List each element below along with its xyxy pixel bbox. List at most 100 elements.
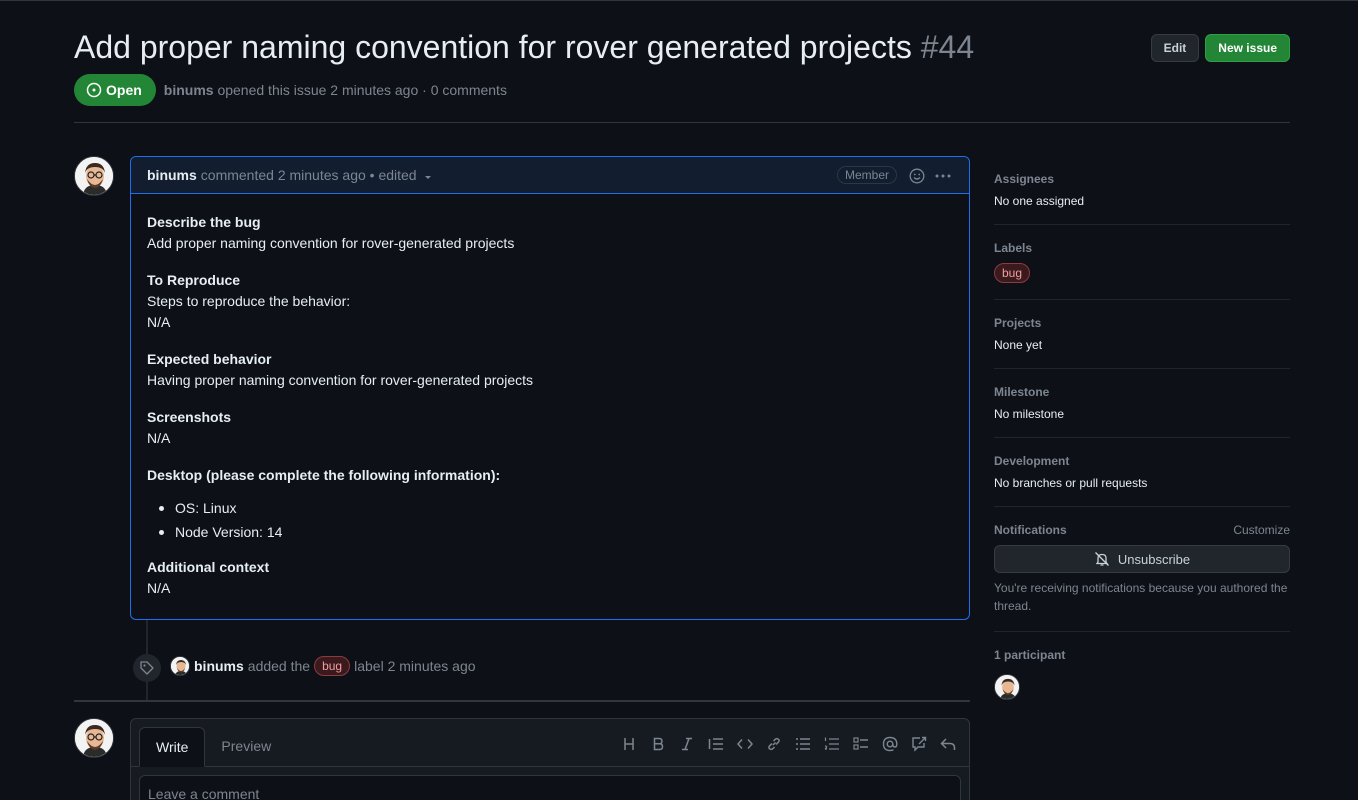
heading-icon[interactable] bbox=[620, 736, 638, 752]
top-border bbox=[0, 0, 1358, 1]
quote-icon[interactable] bbox=[707, 736, 725, 752]
issue-meta: Open binums opened this issue 2 minutes … bbox=[74, 74, 507, 106]
issue-sidebar: Assignees No one assigned Labels bug Pro… bbox=[994, 156, 1290, 719]
timeline-event: binums added the bug label 2 minutes ago bbox=[170, 656, 476, 676]
sidebar-value: No milestone bbox=[994, 407, 1065, 421]
event-text: added the bbox=[247, 658, 311, 674]
sidebar-development[interactable]: Development No branches or pull requests bbox=[994, 438, 1290, 507]
avatar-image bbox=[171, 657, 189, 675]
section-heading: Describe the bug bbox=[147, 214, 261, 230]
divider bbox=[74, 122, 1290, 123]
event-actor[interactable]: binums bbox=[194, 658, 244, 674]
timeline-divider bbox=[74, 700, 970, 702]
section-text: N/A bbox=[147, 314, 171, 330]
notification-reason: You're receiving notifications because y… bbox=[994, 581, 1288, 613]
sidebar-labels[interactable]: Labels bug bbox=[994, 225, 1290, 300]
issue-header: Add proper naming convention for rover g… bbox=[74, 28, 1290, 68]
sidebar-notifications: Notifications Customize Unsubscribe You'… bbox=[994, 507, 1290, 632]
smiley-icon[interactable] bbox=[907, 166, 927, 186]
bug-label[interactable]: bug bbox=[314, 656, 351, 676]
comment-header: binums commented 2 minutes ago • edited … bbox=[131, 157, 969, 194]
section-text: N/A bbox=[147, 580, 171, 596]
ordered-list-icon[interactable] bbox=[823, 736, 841, 752]
desktop-list: OS: Linux Node Version: 14 bbox=[159, 498, 953, 543]
code-icon[interactable] bbox=[736, 736, 754, 752]
unsubscribe-label: Unsubscribe bbox=[1117, 551, 1191, 567]
section-heading: Screenshots bbox=[147, 409, 232, 425]
tag-icon bbox=[133, 654, 161, 682]
section-bug: Describe the bug Add proper naming conve… bbox=[147, 212, 953, 254]
list-item: OS: Linux bbox=[159, 498, 953, 519]
markdown-toolbar bbox=[620, 736, 957, 752]
section-expected: Expected behavior Having proper naming c… bbox=[147, 349, 953, 391]
customize-link[interactable]: Customize bbox=[1233, 523, 1290, 537]
author-link[interactable]: binums bbox=[164, 82, 214, 98]
bold-icon[interactable] bbox=[649, 736, 667, 752]
sidebar-projects[interactable]: Projects None yet bbox=[994, 300, 1290, 369]
issue-comment: binums commented 2 minutes ago • edited … bbox=[130, 156, 970, 620]
section-heading: Expected behavior bbox=[147, 351, 272, 367]
tab-preview[interactable]: Preview bbox=[205, 726, 287, 766]
member-badge: Member bbox=[836, 166, 897, 184]
reply-icon[interactable] bbox=[939, 736, 957, 752]
opened-info: opened this issue 2 minutes ago · 0 comm… bbox=[217, 82, 507, 98]
sidebar-heading[interactable]: Development bbox=[994, 454, 1290, 468]
issue-open-icon bbox=[86, 82, 102, 98]
avatar-image bbox=[75, 719, 113, 757]
sidebar-heading[interactable]: Milestone bbox=[994, 385, 1290, 399]
bug-label[interactable]: bug bbox=[994, 263, 1031, 283]
status-text: Open bbox=[106, 82, 142, 98]
task-list-icon[interactable] bbox=[852, 736, 870, 752]
comment-textarea[interactable]: Leave a comment bbox=[139, 775, 961, 800]
tab-write[interactable]: Write bbox=[139, 727, 206, 767]
issue-meta-text: binums opened this issue 2 minutes ago ·… bbox=[164, 82, 507, 98]
issue-number: #44 bbox=[920, 29, 975, 65]
sidebar-value: None yet bbox=[994, 338, 1043, 352]
issue-title-text: Add proper naming convention for rover g… bbox=[74, 29, 912, 65]
avatar[interactable] bbox=[74, 718, 114, 758]
issue-title: Add proper naming convention for rover g… bbox=[74, 28, 1290, 66]
edit-button[interactable]: Edit bbox=[1150, 34, 1200, 62]
sidebar-heading[interactable]: Projects bbox=[994, 316, 1290, 330]
avatar[interactable] bbox=[74, 156, 114, 196]
sidebar-heading[interactable]: Labels bbox=[994, 241, 1290, 255]
unsubscribe-button[interactable]: Unsubscribe bbox=[994, 545, 1290, 573]
comment-body: Describe the bug Add proper naming conve… bbox=[131, 194, 969, 599]
section-heading: To Reproduce bbox=[147, 272, 241, 288]
sidebar-assignees[interactable]: Assignees No one assigned bbox=[994, 156, 1290, 225]
section-desktop: Desktop (please complete the following i… bbox=[147, 465, 953, 543]
kebab-menu-icon[interactable] bbox=[933, 166, 953, 186]
cross-reference-icon[interactable] bbox=[910, 736, 928, 752]
sidebar-participants: 1 participant bbox=[994, 632, 1290, 719]
sidebar-value: No branches or pull requests bbox=[994, 476, 1148, 490]
section-reproduce: To Reproduce Steps to reproduce the beha… bbox=[147, 270, 953, 333]
chevron-down-icon[interactable] bbox=[423, 172, 433, 182]
avatar-image bbox=[75, 157, 113, 195]
section-text: Having proper naming convention for rove… bbox=[147, 372, 533, 388]
bell-slash-icon bbox=[1094, 552, 1109, 566]
section-heading: Additional context bbox=[147, 559, 270, 575]
section-screenshots: Screenshots N/A bbox=[147, 407, 953, 449]
new-comment-box: Write Preview Leave a comment bbox=[130, 718, 970, 800]
header-actions: Edit New issue bbox=[1150, 34, 1290, 62]
italic-icon[interactable] bbox=[678, 736, 696, 752]
section-context: Additional context N/A bbox=[147, 557, 953, 599]
comment-author[interactable]: binums bbox=[147, 167, 197, 183]
status-badge: Open bbox=[74, 74, 156, 106]
unordered-list-icon[interactable] bbox=[794, 736, 812, 752]
sidebar-heading[interactable]: Assignees bbox=[994, 172, 1290, 186]
comment-timestamp[interactable]: commented 2 minutes ago • edited bbox=[201, 167, 417, 183]
mention-icon[interactable] bbox=[881, 736, 899, 752]
new-issue-button[interactable]: New issue bbox=[1205, 34, 1290, 62]
section-text: N/A bbox=[147, 430, 171, 446]
section-heading: Desktop (please complete the following i… bbox=[147, 467, 501, 483]
avatar-image bbox=[995, 675, 1019, 699]
section-text: Add proper naming convention for rover-g… bbox=[147, 235, 515, 251]
avatar[interactable] bbox=[170, 656, 190, 676]
list-item: Node Version: 14 bbox=[159, 522, 953, 543]
sidebar-heading: 1 participant bbox=[994, 648, 1066, 662]
avatar[interactable] bbox=[994, 674, 1020, 700]
sidebar-milestone[interactable]: Milestone No milestone bbox=[994, 369, 1290, 438]
link-icon[interactable] bbox=[765, 736, 783, 752]
sidebar-value: No one assigned bbox=[994, 194, 1085, 208]
